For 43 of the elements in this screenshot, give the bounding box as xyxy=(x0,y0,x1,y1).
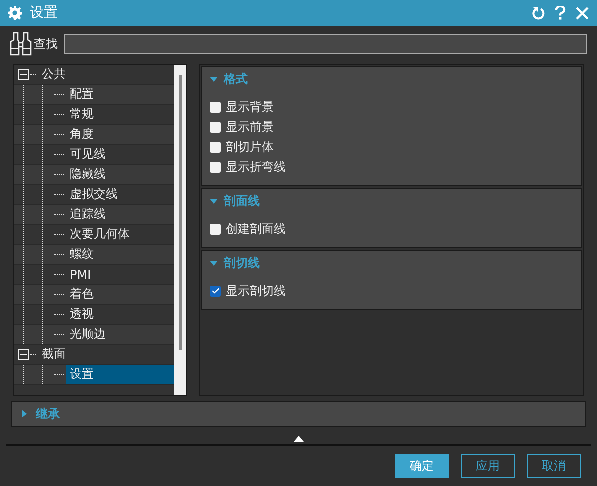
checkbox[interactable] xyxy=(210,102,221,112)
option-label: 创建剖面线 xyxy=(226,220,286,238)
tree-item[interactable]: 配置 xyxy=(66,85,98,104)
checkbox[interactable] xyxy=(210,224,221,234)
tree-item[interactable]: 角度 xyxy=(66,125,98,144)
tree-item[interactable]: 常规 xyxy=(66,105,98,124)
tree-item[interactable]: 截面 xyxy=(38,345,70,364)
tree-item[interactable]: 透视 xyxy=(66,305,98,324)
expand-icon[interactable] xyxy=(294,436,304,442)
collapse-icon[interactable] xyxy=(18,69,29,80)
option-label: 显示背景 xyxy=(226,98,274,116)
collapse-icon[interactable] xyxy=(18,349,29,360)
search-field[interactable] xyxy=(64,34,587,54)
tree-item[interactable]: 螺纹 xyxy=(66,245,98,264)
option-label: 显示前景 xyxy=(226,118,274,136)
checkbox[interactable] xyxy=(210,286,221,296)
search-label: 查找 xyxy=(34,36,58,52)
checkbox[interactable] xyxy=(210,122,221,132)
option-label: 显示剖切线 xyxy=(226,282,286,300)
caret-icon[interactable] xyxy=(210,75,218,83)
dialog-button[interactable]: 取消 xyxy=(527,454,581,478)
reset-icon[interactable] xyxy=(532,6,545,20)
binoculars-icon xyxy=(10,32,32,56)
caret-icon[interactable] xyxy=(210,197,218,205)
close-icon[interactable] xyxy=(576,6,589,20)
checkbox[interactable] xyxy=(210,162,221,172)
tree-item[interactable]: 虚拟交线 xyxy=(66,185,122,204)
option-label: 剖切片体 xyxy=(226,138,274,156)
caret-icon[interactable] xyxy=(210,259,218,267)
tree-item[interactable]: 设置 xyxy=(66,365,174,384)
option-label: 显示折弯线 xyxy=(226,158,286,176)
window-title: 设置 xyxy=(30,4,59,22)
tree-item[interactable]: 次要几何体 xyxy=(66,225,134,244)
checkbox[interactable] xyxy=(210,142,221,152)
dialog-button[interactable]: 应用 xyxy=(461,454,515,478)
help-icon[interactable] xyxy=(555,6,566,20)
tree-item[interactable]: 着色 xyxy=(66,285,98,304)
tree-item[interactable]: 公共 xyxy=(38,65,70,84)
caret-icon[interactable] xyxy=(20,410,28,418)
tree-item[interactable]: PMI xyxy=(66,266,96,282)
scrollbar[interactable] xyxy=(174,65,186,395)
settings-icon xyxy=(8,6,22,20)
tree-item[interactable]: 可见线 xyxy=(66,145,110,164)
